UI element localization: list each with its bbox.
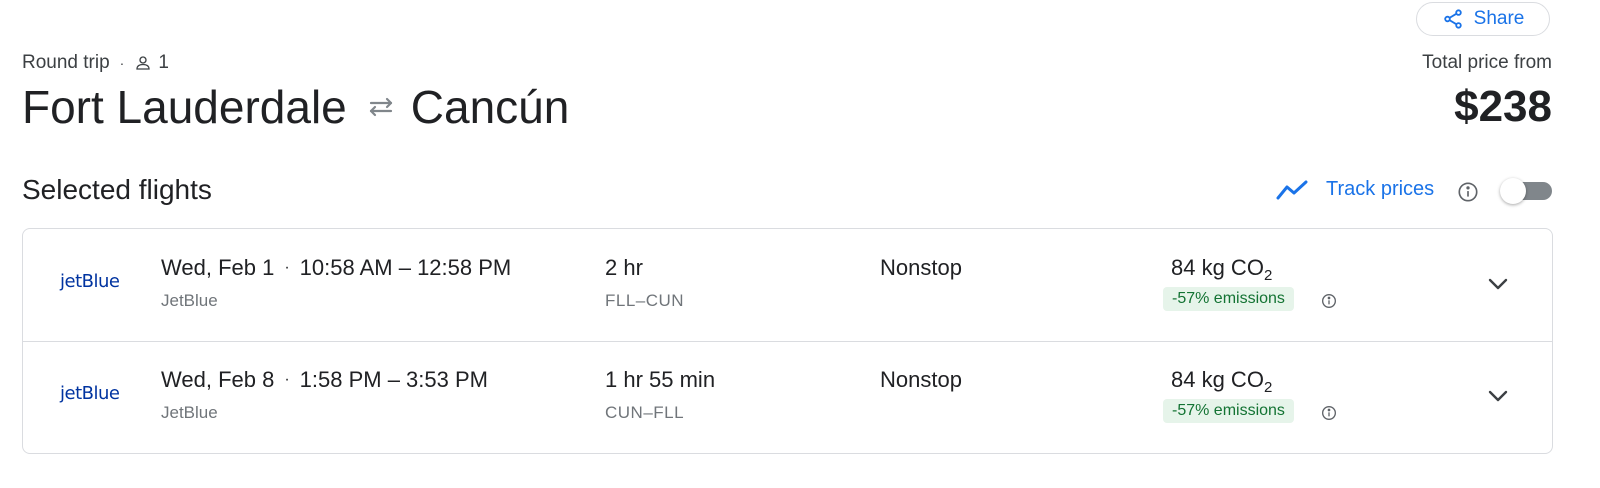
jetblue-logo: jetBlue	[60, 383, 120, 404]
track-prices-info-icon[interactable]	[1457, 181, 1479, 203]
toggle-thumb	[1500, 178, 1526, 204]
person-icon	[134, 54, 152, 72]
flight-date: Wed, Feb 1	[161, 255, 275, 280]
emissions-value: 84 kg CO2	[1171, 367, 1272, 396]
track-prices-label: Track prices	[1326, 178, 1435, 200]
total-price-value: $238	[1454, 82, 1552, 131]
emissions-badge: -57% emissions	[1163, 399, 1294, 423]
round-trip-arrows-icon	[365, 96, 397, 118]
expand-flight-button[interactable]	[1483, 271, 1513, 301]
share-button[interactable]: Share	[1416, 2, 1550, 36]
chevron-down-icon	[1487, 277, 1509, 296]
flight-duration: 1 hr 55 min	[605, 367, 716, 392]
flight-summary-page: Share Round trip · 1 Fort Lauderdale Can…	[0, 0, 1600, 488]
flight-times: Wed, Feb 1 · 10:58 AM – 12:58 PM	[161, 255, 511, 281]
emissions-text: 84 kg CO	[1171, 255, 1264, 280]
flight-time-range: 1:58 PM – 3:53 PM	[299, 367, 488, 392]
times-separator: ·	[284, 259, 290, 276]
flight-time-range: 10:58 AM – 12:58 PM	[299, 255, 512, 280]
share-icon	[1442, 8, 1464, 30]
share-label: Share	[1473, 8, 1525, 29]
origin-city: Fort Lauderdale	[22, 81, 347, 133]
flight-stops: Nonstop	[880, 367, 962, 392]
section-title: Selected flights	[22, 174, 212, 205]
chevron-down-icon	[1487, 389, 1509, 408]
track-prices-toggle[interactable]	[1500, 178, 1554, 204]
flight-row-return[interactable]: jetBlue Wed, Feb 8 · 1:58 PM – 3:53 PM J…	[23, 341, 1552, 453]
emissions-value: 84 kg CO2	[1171, 255, 1272, 284]
selected-flights-card: jetBlue Wed, Feb 1 · 10:58 AM – 12:58 PM…	[22, 228, 1553, 454]
emissions-subscript: 2	[1263, 267, 1273, 284]
flight-stops: Nonstop	[880, 255, 962, 280]
emissions-badge: -57% emissions	[1163, 287, 1294, 311]
route-code: CUN–FLL	[605, 403, 685, 422]
emissions-text: 84 kg CO	[1171, 367, 1264, 392]
jetblue-logo: jetBlue	[60, 271, 120, 292]
airline-name: JetBlue	[161, 291, 218, 310]
trip-meta: Round trip · 1	[22, 52, 169, 74]
emissions-info-icon[interactable]	[1321, 405, 1337, 421]
total-price-label: Total price from	[1422, 52, 1552, 73]
route-code: FLL–CUN	[605, 291, 685, 310]
trending-up-icon	[1276, 179, 1310, 201]
emissions-subscript: 2	[1263, 379, 1273, 396]
track-prices-button[interactable]: Track prices	[1276, 178, 1434, 201]
destination-city: Cancún	[410, 81, 570, 133]
meta-separator: ·	[119, 55, 125, 71]
times-separator: ·	[284, 371, 290, 388]
trip-type: Round trip	[22, 52, 110, 73]
flight-times: Wed, Feb 8 · 1:58 PM – 3:53 PM	[161, 367, 488, 393]
emissions-info-icon[interactable]	[1321, 293, 1337, 309]
flight-duration: 2 hr	[605, 255, 643, 280]
expand-flight-button[interactable]	[1483, 383, 1513, 413]
passenger-count: 1	[158, 52, 169, 73]
airline-name: JetBlue	[161, 403, 218, 422]
flight-date: Wed, Feb 8	[161, 367, 275, 392]
flight-row-outbound[interactable]: jetBlue Wed, Feb 1 · 10:58 AM – 12:58 PM…	[23, 229, 1552, 342]
route-title: Fort Lauderdale Cancún	[22, 80, 569, 134]
